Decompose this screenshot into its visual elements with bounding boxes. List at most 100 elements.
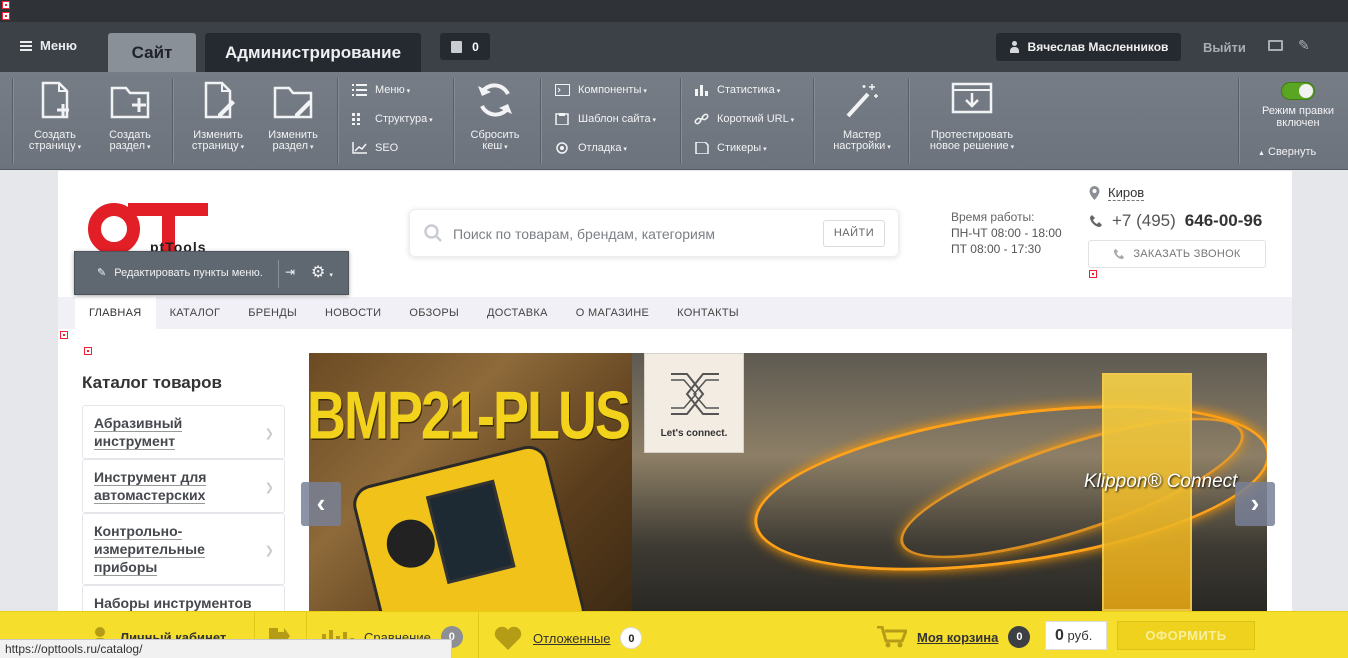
pin-panel-icon[interactable]: ⇥ [285,265,295,279]
user-profile-button[interactable]: Вячеслав Масленников [996,33,1181,61]
logout-link[interactable]: Выйти [1203,40,1246,55]
template-icon [555,113,569,125]
phone-number[interactable]: +7 (495) 646-00-96 [1089,211,1262,231]
test-solution-button[interactable]: Протестировать новое решение [922,80,1022,153]
phone-icon [1114,248,1125,260]
edit-menu-items-label: Редактировать пункты меню. [114,266,263,279]
search-input[interactable]: Поиск по товарам, брендам, категориям [453,226,715,242]
debug-dropdown[interactable]: Отладка [555,138,627,158]
refresh-icon [478,83,512,117]
create-page-button[interactable]: Создать страницу [20,80,90,153]
tab-site[interactable]: Сайт [108,33,196,72]
admin-menu-button[interactable]: Меню [20,38,77,53]
search-icon [424,224,442,242]
seo-button[interactable]: SEO [352,138,398,158]
edit-section-button[interactable]: Изменить раздел [258,80,328,153]
site-template-label: Шаблон сайта [578,113,656,125]
pin-icon[interactable]: ✎ [1298,37,1310,54]
callback-button[interactable]: ЗАКАЗАТЬ ЗВОНОК [1088,240,1266,268]
test-solution-line2: новое решение [929,140,1009,152]
nav-reviews[interactable]: ОБЗОРЫ [395,297,473,329]
edit-area-marker[interactable] [1089,270,1097,278]
notifications-button[interactable]: 0 [440,33,490,60]
edit-menu-popup: ✎ Редактировать пункты меню. ⇥ ⚙ ▾ [74,251,349,295]
favorites-link[interactable]: Отложенные 0 [493,626,643,650]
statistics-dropdown[interactable]: Статистика [694,80,780,100]
device-screen [425,479,516,584]
nav-about[interactable]: О МАГАЗИНЕ [562,297,663,329]
catalog-item-label: Инструмент для автомастерских [94,469,207,504]
edit-mode-line2: включен [1276,117,1320,129]
structure-dropdown[interactable]: Структура [352,109,433,129]
banner-slider[interactable]: BMP21-PLUS Klippon® Connect Let's connec… [309,353,1267,611]
nav-news[interactable]: НОВОСТИ [311,297,395,329]
edit-area-marker[interactable] [60,331,68,339]
nav-brands[interactable]: БРЕНДЫ [234,297,311,329]
chevron-right-icon: ❯ [264,545,274,557]
site-page: ptTools Поиск по товарам, брендам, катег… [58,171,1292,611]
nav-home[interactable]: ГЛАВНАЯ [75,297,156,329]
nav-catalog[interactable]: КАТАЛОГ [156,297,235,329]
cart-label: Моя корзина [917,629,999,645]
slider-next-button[interactable]: › [1235,482,1275,526]
browser-status-url: https://opttools.ru/catalog/ [0,639,452,658]
bar-chart-icon [695,85,708,96]
admin-panel-top: Меню Сайт Администрирование 0 Вячеслав М… [0,22,1348,72]
components-dropdown[interactable]: Компоненты [555,80,647,100]
checkout-button[interactable]: ОФОРМИТЬ [1117,621,1255,650]
reset-cache-line2: кеш [482,140,503,152]
search-box[interactable]: Поиск по товарам, брендам, категориям НА… [409,209,899,257]
list-icon [352,84,367,96]
wizard-button[interactable]: Мастер настройки [827,80,897,153]
edit-area-marker[interactable] [2,1,10,9]
chevron-right-icon: ❯ [264,428,274,440]
catalog-item[interactable]: Инструмент для автомастерских ❯ [82,459,285,513]
page-edit-icon [204,81,235,119]
catalog-item[interactable]: Контрольно-измерительные приборы ❯ [82,513,285,585]
edit-mode-toggle[interactable]: Режим правки включен [1252,82,1344,129]
edit-section-line2: раздел [272,140,309,152]
heart-icon [494,626,522,650]
toolbar-divider [680,78,681,164]
tab-administration[interactable]: Администрирование [205,33,421,72]
toggle-switch[interactable] [1281,82,1315,100]
short-url-label: Короткий URL [717,113,794,125]
banner-right-image: Klippon® Connect Let's connect. [632,353,1267,611]
collapse-toolbar-button[interactable]: ▲ Свернуть [1258,146,1316,158]
nav-delivery[interactable]: ДОСТАВКА [473,297,562,329]
edit-area-marker[interactable] [84,347,92,355]
menu-dropdown[interactable]: Меню [352,80,410,100]
cart-link[interactable]: Моя корзина 0 [877,626,1031,648]
chevron-right-icon: ❯ [264,482,274,494]
structure-icon [352,113,360,125]
phone-prefix: +7 (495) [1112,211,1176,230]
stickers-dropdown[interactable]: Стикеры [694,138,767,158]
hotkeys-icon[interactable] [1268,40,1283,51]
cart-total-unit: руб. [1067,628,1093,643]
favorites-label: Отложенные [533,630,611,646]
wizard-line2: настройки [833,140,886,152]
slider-prev-button[interactable]: ‹ [301,482,341,526]
city-name: Киров [1108,185,1145,201]
hours-friday: ПТ 08:00 - 17:30 [951,242,1042,256]
city-selector[interactable]: Киров [1089,185,1145,201]
nav-contacts[interactable]: КОНТАКТЫ [663,297,753,329]
window-top-strip [0,0,1348,22]
edit-area-marker[interactable] [2,12,10,20]
reset-cache-button[interactable]: Сбросить кеш [460,80,530,153]
short-url-dropdown[interactable]: Короткий URL [694,109,794,129]
hamburger-icon [20,40,32,51]
catalog-item[interactable]: Абразивный инструмент ❯ [82,405,285,459]
create-section-button[interactable]: Создать раздел [95,80,165,153]
settings-gear-icon[interactable]: ⚙ ▾ [311,262,333,282]
sticker-icon [695,142,709,154]
catalog-item[interactable]: Наборы инструментов [82,585,285,611]
edit-menu-items-button[interactable]: ✎ Редактировать пункты меню. [97,266,263,280]
catalog-title: Каталог товаров [82,373,222,392]
search-button[interactable]: НАЙТИ [823,220,885,247]
edit-page-button[interactable]: Изменить страницу [183,80,253,153]
user-name: Вячеслав Масленников [1027,40,1169,54]
site-template-dropdown[interactable]: Шаблон сайта [555,109,656,129]
cart-count-badge: 0 [1008,626,1031,648]
collapse-label: Свернуть [1268,146,1317,158]
